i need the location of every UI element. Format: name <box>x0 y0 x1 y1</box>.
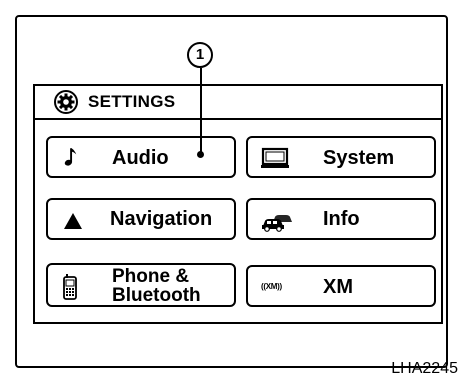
system-label: System <box>323 147 395 169</box>
page-title: SETTINGS <box>88 92 176 111</box>
callout-number: 1 <box>187 42 213 68</box>
navigation-arrow-icon <box>64 213 82 229</box>
figure-code: LHA2245 <box>391 360 458 377</box>
system-button[interactable]: System <box>246 136 436 178</box>
info-button[interactable]: Info <box>246 198 436 240</box>
xm-button[interactable]: ((XM)) XM <box>246 265 436 307</box>
phone-label-line2: Bluetooth <box>112 285 201 306</box>
music-note-icon <box>64 148 77 166</box>
monitor-icon <box>261 147 289 168</box>
info-label: Info <box>323 208 360 230</box>
settings-screen: SETTINGS Audio System Navigation Info Ph… <box>33 84 443 324</box>
settings-header: SETTINGS <box>35 86 441 120</box>
xm-label: XM <box>323 276 353 298</box>
navigation-label: Navigation <box>110 208 213 230</box>
xm-radio-icon: ((XM)) <box>261 282 282 291</box>
cellphone-icon <box>63 274 77 300</box>
callout-pointer-dot <box>197 151 204 158</box>
callout-leader-line <box>200 68 202 154</box>
audio-button[interactable]: Audio <box>46 136 236 178</box>
phone-bluetooth-button[interactable]: Phone & Bluetooth <box>46 263 236 307</box>
gear-icon <box>54 90 78 114</box>
navigation-button[interactable]: Navigation <box>46 198 236 240</box>
audio-label: Audio <box>112 147 169 169</box>
traffic-cars-icon <box>262 215 292 232</box>
phone-label-line1: Phone & <box>112 266 190 287</box>
